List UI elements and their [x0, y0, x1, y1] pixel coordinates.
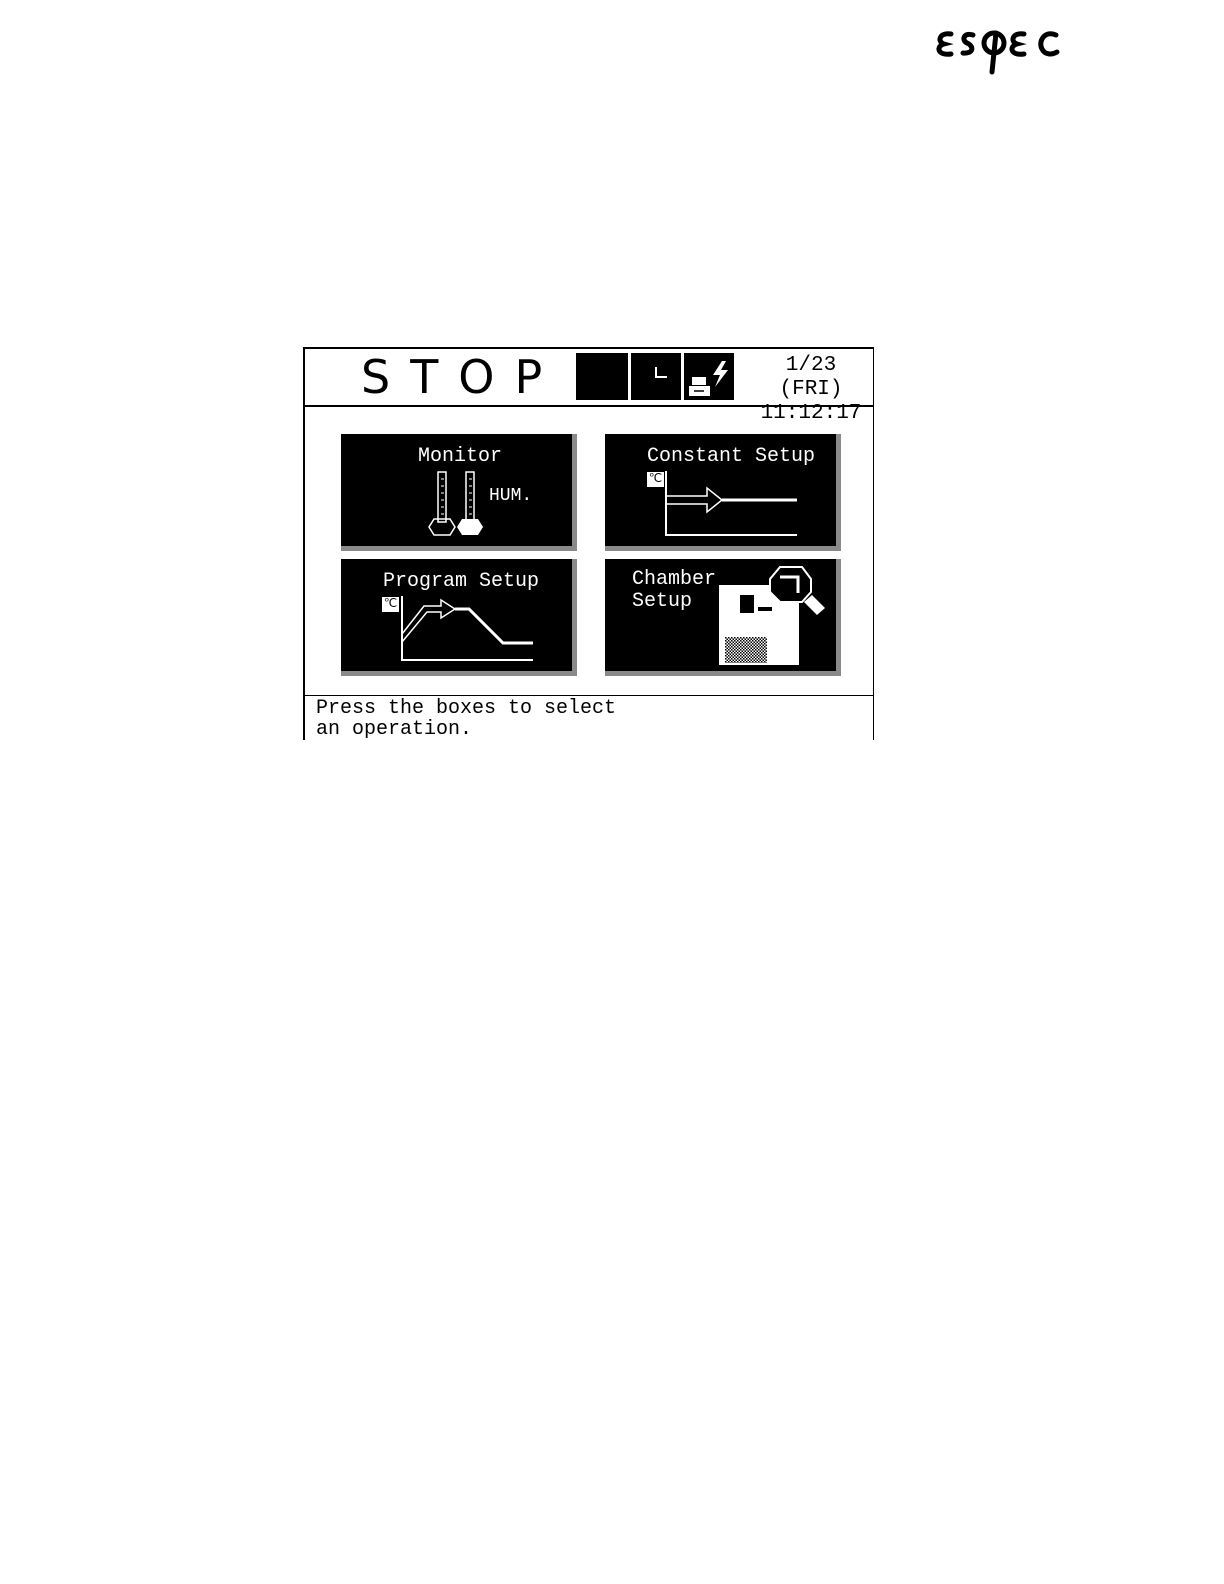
l-indicator [631, 353, 681, 400]
chamber-setup-button[interactable]: Chamber Setup [605, 559, 841, 676]
program-graph-icon [401, 596, 533, 661]
status-bar: STOP 1/23 (FRI) 11:12:17 [305, 349, 873, 425]
constant-graph-icon [665, 471, 797, 536]
chamber-magnifier-icon [719, 566, 825, 665]
humidity-label: HUM. [489, 486, 533, 506]
program-setup-button[interactable]: Program Setup ℃ [341, 559, 577, 676]
printer-power-icon [684, 353, 734, 400]
date-time: 1/23 (FRI) 11:12:17 [751, 354, 871, 426]
time-display: 11:12:17 [760, 402, 862, 425]
date-display: 1/23 (FRI) [779, 354, 843, 401]
thermometer-icon [428, 471, 483, 536]
blank-indicator [576, 353, 628, 400]
message-area: Press the boxes to select an operation. [305, 695, 873, 742]
instruction-message: Press the boxes to select an operation. [316, 697, 617, 741]
espec-logo [934, 22, 1064, 78]
controller-screen: STOP 1/23 (FRI) 11:12:17 Monitor HUM. Co… [303, 347, 874, 740]
monitor-button[interactable]: Monitor HUM. [341, 434, 577, 551]
constant-setup-button[interactable]: Constant Setup ℃ [605, 434, 841, 551]
operation-status: STOP [361, 350, 563, 404]
